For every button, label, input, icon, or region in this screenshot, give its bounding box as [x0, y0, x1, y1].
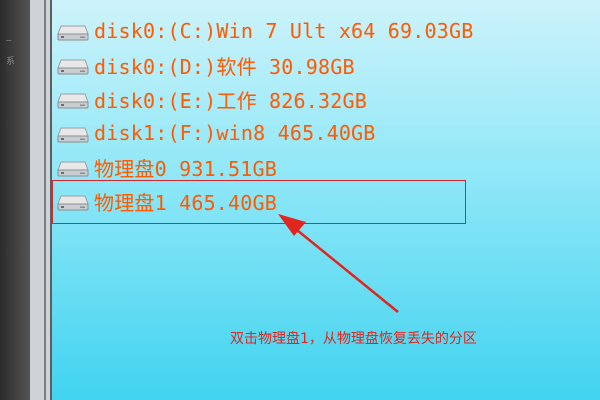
annotation-text: 双击物理盘1，从物理盘恢复丢失的分区 — [230, 331, 477, 347]
screenshot-root: — 系 disk0:(C:)Win 7 Ult x64 69.03GB disk… — [0, 0, 600, 400]
arrow-shaft — [291, 225, 399, 313]
